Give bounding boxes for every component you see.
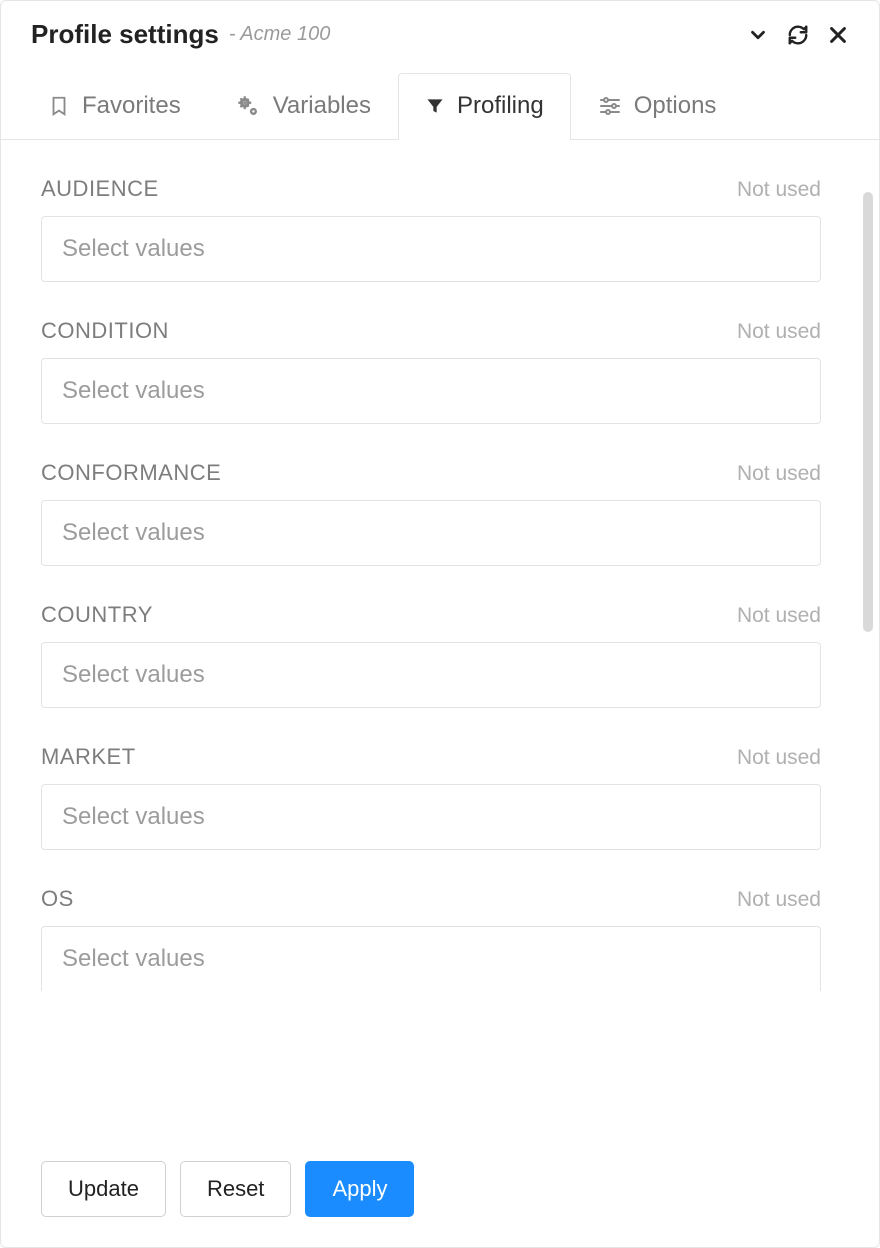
tab-bar: Favorites Variables Profiling Options	[1, 72, 879, 140]
field-label: AUDIENCE	[41, 176, 159, 202]
audience-select[interactable]: Select values	[41, 216, 821, 282]
refresh-icon	[787, 24, 809, 46]
field-audience: AUDIENCE Not used Select values	[41, 176, 821, 282]
field-country: COUNTRY Not used Select values	[41, 602, 821, 708]
field-status: Not used	[737, 888, 821, 912]
close-icon	[827, 24, 849, 46]
field-condition: CONDITION Not used Select values	[41, 318, 821, 424]
tab-variables[interactable]: Variables	[208, 73, 398, 140]
conformance-select[interactable]: Select values	[41, 500, 821, 566]
field-status: Not used	[737, 462, 821, 486]
tab-label: Favorites	[82, 92, 181, 120]
bookmark-icon	[48, 93, 70, 119]
panel-footer: Update Reset Apply	[1, 1137, 879, 1247]
refresh-button[interactable]	[787, 24, 809, 46]
os-select[interactable]: Select values	[41, 926, 821, 991]
sliders-icon	[598, 94, 622, 118]
panel-body: AUDIENCE Not used Select values CONDITIO…	[1, 140, 879, 1137]
market-select[interactable]: Select values	[41, 784, 821, 850]
tab-profiling[interactable]: Profiling	[398, 73, 571, 140]
collapse-button[interactable]	[747, 24, 769, 46]
field-label: COUNTRY	[41, 602, 153, 628]
profile-settings-panel: Profile settings - Acme 100	[0, 0, 880, 1248]
scrollbar-thumb[interactable]	[863, 192, 873, 632]
country-select[interactable]: Select values	[41, 642, 821, 708]
fields-scroll-area: AUDIENCE Not used Select values CONDITIO…	[1, 140, 861, 1137]
tab-label: Options	[634, 92, 717, 120]
update-button[interactable]: Update	[41, 1161, 166, 1217]
field-label: OS	[41, 886, 74, 912]
field-label: MARKET	[41, 744, 136, 770]
field-status: Not used	[737, 604, 821, 628]
panel-title: Profile settings	[31, 19, 219, 50]
reset-button[interactable]: Reset	[180, 1161, 291, 1217]
field-status: Not used	[737, 178, 821, 202]
field-status: Not used	[737, 320, 821, 344]
tab-label: Profiling	[457, 92, 544, 120]
filter-icon	[425, 95, 445, 117]
chevron-down-icon	[747, 24, 769, 46]
condition-select[interactable]: Select values	[41, 358, 821, 424]
panel-header: Profile settings - Acme 100	[1, 1, 879, 50]
field-label: CONDITION	[41, 318, 169, 344]
panel-subtitle: - Acme 100	[229, 23, 331, 46]
tab-label: Variables	[273, 92, 371, 120]
field-os: OS Not used Select values	[41, 886, 821, 991]
tab-favorites[interactable]: Favorites	[21, 73, 208, 140]
close-button[interactable]	[827, 24, 849, 46]
field-status: Not used	[737, 746, 821, 770]
header-actions	[747, 24, 849, 46]
apply-button[interactable]: Apply	[305, 1161, 414, 1217]
tab-options[interactable]: Options	[571, 73, 744, 140]
field-conformance: CONFORMANCE Not used Select values	[41, 460, 821, 566]
field-label: CONFORMANCE	[41, 460, 221, 486]
scrollbar-track[interactable]	[861, 140, 879, 1137]
field-market: MARKET Not used Select values	[41, 744, 821, 850]
gears-icon	[235, 93, 261, 119]
